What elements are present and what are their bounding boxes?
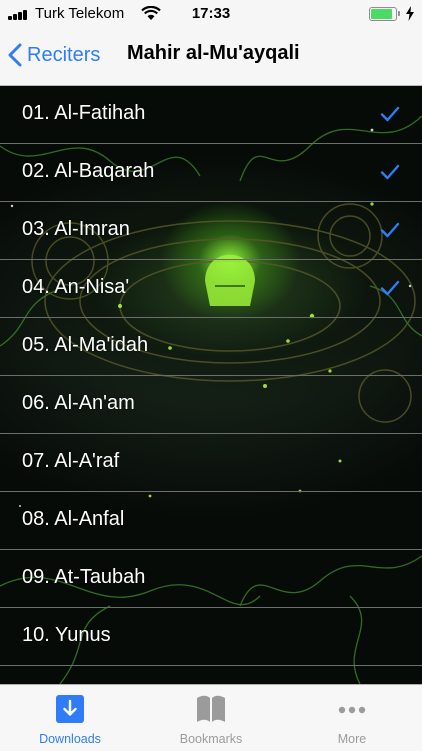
surah-list: 01. Al-Fatihah 02. Al-Baqarah 03. Al-Imran… [0, 86, 422, 666]
back-button[interactable]: Reciters [8, 38, 100, 72]
surah-name: 08. Al-Anfal [22, 508, 125, 530]
status-bar: Turk Telekom 17:33 [0, 0, 422, 28]
surah-name: 10. Yunus [22, 624, 111, 646]
surah-row[interactable]: 08. Al-Anfal [0, 492, 422, 550]
surah-row[interactable]: 02. Al-Baqarah [0, 144, 422, 202]
surah-name: 09. At-Taubah [22, 566, 146, 588]
checkmark-icon [380, 164, 400, 180]
tab-more[interactable]: More [282, 685, 422, 751]
status-time: 17:33 [191, 5, 231, 22]
surah-list-area[interactable]: 01. Al-Fatihah 02. Al-Baqarah 03. Al-Imran… [0, 86, 422, 684]
tab-bookmarks-label: Bookmarks [179, 732, 243, 746]
chevron-left-icon [8, 43, 22, 67]
surah-name: 02. Al-Baqarah [22, 160, 155, 182]
surah-name: 01. Al-Fatihah [22, 102, 146, 124]
surah-name: 03. Al-Imran [22, 218, 130, 240]
surah-row[interactable]: 07. Al-A'raf [0, 434, 422, 492]
checkmark-icon [380, 106, 400, 122]
checkmark-icon [380, 280, 400, 296]
top-chrome: Turk Telekom 17:33 Reciters Mahir al-Mu'… [0, 0, 422, 86]
tab-bar: Downloads Bookmarks More [0, 684, 422, 751]
surah-row[interactable]: 03. Al-Imran [0, 202, 422, 260]
battery-icon [369, 7, 400, 21]
surah-name: 04. An-Nisa' [22, 276, 130, 298]
tab-downloads[interactable]: Downloads [0, 685, 140, 751]
surah-name: 07. Al-A'raf [22, 450, 120, 472]
surah-row[interactable]: 01. Al-Fatihah [0, 86, 422, 144]
book-icon [197, 695, 225, 722]
surah-row[interactable]: 06. Al-An'am [0, 376, 422, 434]
tab-more-label: More [337, 732, 367, 746]
surah-row[interactable]: 10. Yunus [0, 608, 422, 666]
surah-name: 05. Al-Ma'idah [22, 334, 149, 356]
tab-bookmarks[interactable]: Bookmarks [141, 685, 281, 751]
more-icon [338, 706, 366, 714]
back-button-label: Reciters [27, 43, 101, 66]
tab-downloads-label: Downloads [39, 732, 101, 746]
page-title: Mahir al-Mu'ayqali [127, 42, 300, 64]
checkmark-icon [380, 222, 400, 238]
surah-row[interactable]: 04. An-Nisa' [0, 260, 422, 318]
surah-row[interactable]: 09. At-Taubah [0, 550, 422, 608]
navigation-bar: Reciters Mahir al-Mu'ayqali [0, 28, 422, 85]
surah-row[interactable]: 05. Al-Ma'idah [0, 318, 422, 376]
charging-bolt-icon [406, 6, 414, 21]
download-icon [56, 695, 84, 723]
surah-name: 06. Al-An'am [22, 392, 135, 414]
